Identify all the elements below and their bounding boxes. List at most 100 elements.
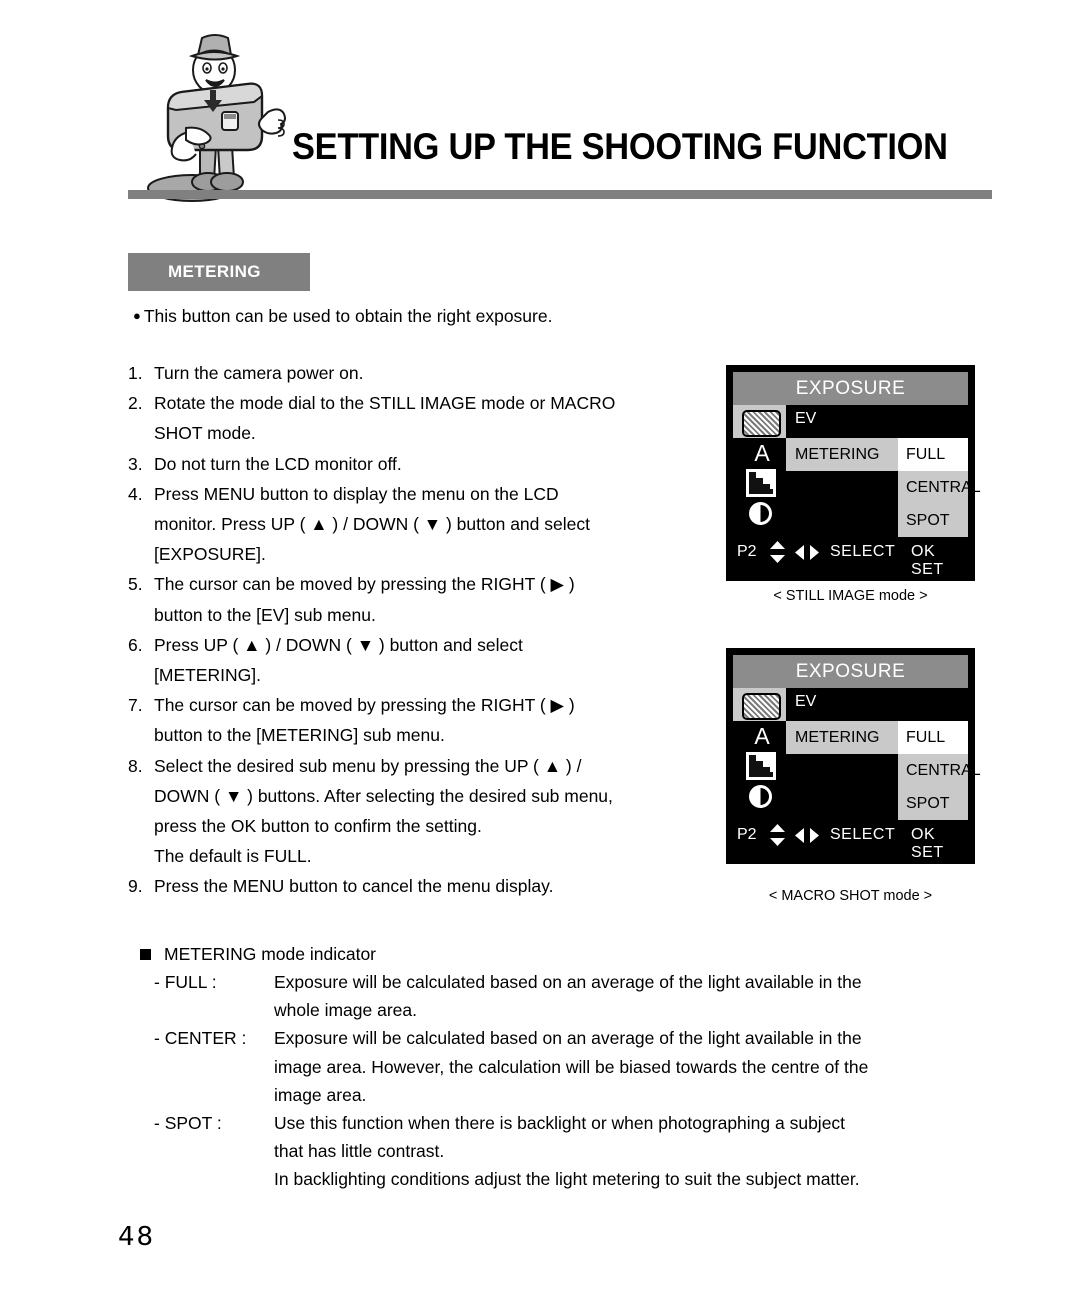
lcd-status-bar: P2 SELECT OK SET xyxy=(733,821,968,861)
indicator-line: Use this function when there is backligh… xyxy=(274,1113,846,1134)
contrast-half-circle-icon[interactable] xyxy=(749,785,772,808)
indicator-entry: - FULL : Exposure will be calculated base… xyxy=(140,968,1000,1024)
lcd-preview-still-image: EXPOSURE EV A METERING FULL CENTRAL SPOT… xyxy=(726,365,981,581)
step-item: 4. Press MENU button to display the menu … xyxy=(128,479,718,570)
step-line: Press the MENU button to cancel the menu… xyxy=(154,876,554,897)
menu-item-metering[interactable]: METERING xyxy=(786,721,898,754)
indicator-line: that has little contrast. xyxy=(274,1141,445,1162)
lcd-preview-macro-shot: EXPOSURE EV A METERING FULL CENTRAL SPOT… xyxy=(726,648,981,864)
step-item: 2. Rotate the mode dial to the STILL IMAG… xyxy=(128,388,718,448)
lcd-ok-label: OK SET xyxy=(911,826,944,861)
step-number: 1. xyxy=(128,363,143,383)
indicator-entries: - FULL : Exposure will be calculated base… xyxy=(140,968,1000,1194)
lcd-status-bar: P2 SELECT OK SET xyxy=(733,538,968,578)
aperture-a-icon[interactable]: A xyxy=(747,439,777,467)
step-number: 3. xyxy=(128,453,143,474)
step-item: 9. Press the MENU button to cancel the me… xyxy=(128,871,718,901)
page-number: 48 xyxy=(118,1222,156,1252)
submenu-option-spot[interactable]: SPOT xyxy=(898,504,968,537)
lcd-caption-macro-shot: < MACRO SHOT mode > xyxy=(768,888,933,904)
lcd-select-label: SELECT xyxy=(830,543,896,560)
exposure-hatched-rect-icon xyxy=(742,693,781,720)
step-line: SHOT mode. xyxy=(154,423,256,444)
indicator-line: In backlighting conditions adjust the li… xyxy=(274,1169,860,1190)
indicator-line: image area. However, the calculation wil… xyxy=(274,1056,869,1077)
step-line: [METERING]. xyxy=(154,665,261,686)
section-badge-label: METERING xyxy=(168,262,261,281)
step-line: press the OK button to confirm the setti… xyxy=(154,816,482,837)
step-line: The cursor can be moved by pressing the … xyxy=(154,695,575,716)
histogram-icon[interactable] xyxy=(746,752,776,780)
bullet-icon: ● xyxy=(133,308,141,323)
ev-icon-cell[interactable] xyxy=(733,688,786,721)
step-line: Press MENU button to display the menu on… xyxy=(154,483,559,504)
step-item: 6. Press UP ( ▲ ) / DOWN ( ▼ ) button and… xyxy=(128,630,718,690)
step-line: button to the [METERING] sub menu. xyxy=(154,725,445,746)
step-number: 5. xyxy=(128,574,143,595)
step-line: monitor. Press UP ( ▲ ) / DOWN ( ▼ ) but… xyxy=(154,514,590,535)
indicator-term: - SPOT : xyxy=(154,1113,222,1134)
step-list: 1. Turn the camera power on. 2. Rotate the … xyxy=(128,358,718,902)
step-line: Do not turn the LCD monitor off. xyxy=(154,453,402,474)
indicator-line: whole image area. xyxy=(274,1000,417,1021)
up-down-arrows-icon xyxy=(770,824,785,846)
step-line: [EXPOSURE]. xyxy=(154,544,266,565)
section-intro: ● This button can be used to obtain the r… xyxy=(133,306,552,327)
camera-mascot-icon xyxy=(147,34,286,202)
step-number: 9. xyxy=(128,876,143,897)
metering-submenu: FULL CENTRAL SPOT xyxy=(898,438,981,537)
page-header: SETTING UP THE SHOOTING FUNCTION xyxy=(0,0,1080,215)
up-down-arrows-icon xyxy=(770,541,785,563)
step-number: 8. xyxy=(128,755,143,776)
step-item: 7. The cursor can be moved by pressing th… xyxy=(128,690,718,750)
histogram-icon[interactable] xyxy=(746,469,776,497)
lcd-title: EXPOSURE xyxy=(733,655,968,688)
indicator-heading-text: METERING mode indicator xyxy=(164,944,377,964)
step-number: 6. xyxy=(128,634,143,655)
metering-mode-indicator-block: METERING mode indicator - FULL : Exposure… xyxy=(140,940,1000,1194)
indicator-heading: METERING mode indicator xyxy=(140,940,1000,968)
step-line: The default is FULL. xyxy=(154,846,312,867)
lcd-ok-label: OK SET xyxy=(911,543,944,578)
indicator-entry: - CENTER : Exposure will be calculated ba… xyxy=(140,1024,1000,1109)
ev-label: EV xyxy=(795,693,817,710)
left-right-arrows-icon xyxy=(795,828,819,843)
indicator-term: - FULL : xyxy=(154,972,217,992)
submenu-option-central[interactable]: CENTRAL xyxy=(898,754,981,787)
step-line: Press UP ( ▲ ) / DOWN ( ▼ ) button and s… xyxy=(154,634,523,655)
step-line: Select the desired sub menu by pressing … xyxy=(154,755,582,776)
submenu-option-central[interactable]: CENTRAL xyxy=(898,471,981,504)
indicator-entry: - SPOT : Use this function when there is … xyxy=(140,1109,1000,1194)
lcd-inner: EXPOSURE EV A METERING FULL CENTRAL SPOT… xyxy=(733,655,981,861)
menu-item-metering[interactable]: METERING xyxy=(786,438,898,471)
indicator-term: - CENTER : xyxy=(154,1028,247,1049)
step-number: 7. xyxy=(128,695,143,716)
step-line: button to the [EV] sub menu. xyxy=(154,604,376,625)
ev-icon-cell[interactable] xyxy=(733,405,786,438)
indicator-line: Exposure will be calculated based on an … xyxy=(274,1028,862,1049)
submenu-option-spot[interactable]: SPOT xyxy=(898,787,968,820)
lcd-select-label: SELECT xyxy=(830,826,896,843)
submenu-option-full[interactable]: FULL xyxy=(898,721,968,754)
step-item: 3. Do not turn the LCD monitor off. xyxy=(128,449,718,479)
page-title: SETTING UP THE SHOOTING FUNCTION xyxy=(292,126,948,167)
lcd-caption-still-image: < STILL IMAGE mode > xyxy=(773,588,928,604)
lcd-page-indicator: P2 xyxy=(737,543,757,560)
metering-submenu: FULL CENTRAL SPOT xyxy=(898,721,981,820)
step-number: 4. xyxy=(128,483,143,504)
step-number: 2. xyxy=(128,393,143,414)
indicator-line: Exposure will be calculated based on an … xyxy=(274,972,862,992)
lcd-page-indicator: P2 xyxy=(737,826,757,843)
indicator-line: image area. xyxy=(274,1084,367,1105)
step-line: DOWN ( ▼ ) buttons. After selecting the … xyxy=(154,785,613,806)
step-line: Rotate the mode dial to the STILL IMAGE … xyxy=(154,393,616,414)
contrast-half-circle-icon[interactable] xyxy=(749,502,772,525)
left-right-arrows-icon xyxy=(795,545,819,560)
exposure-hatched-rect-icon xyxy=(742,410,781,437)
lcd-inner: EXPOSURE EV A METERING FULL CENTRAL SPOT… xyxy=(733,372,981,578)
section-intro-text: This button can be used to obtain the ri… xyxy=(143,306,553,326)
lcd-title: EXPOSURE xyxy=(733,372,968,405)
aperture-a-icon[interactable]: A xyxy=(747,722,777,750)
step-line: The cursor can be moved by pressing the … xyxy=(154,574,575,595)
submenu-option-full[interactable]: FULL xyxy=(898,438,968,471)
